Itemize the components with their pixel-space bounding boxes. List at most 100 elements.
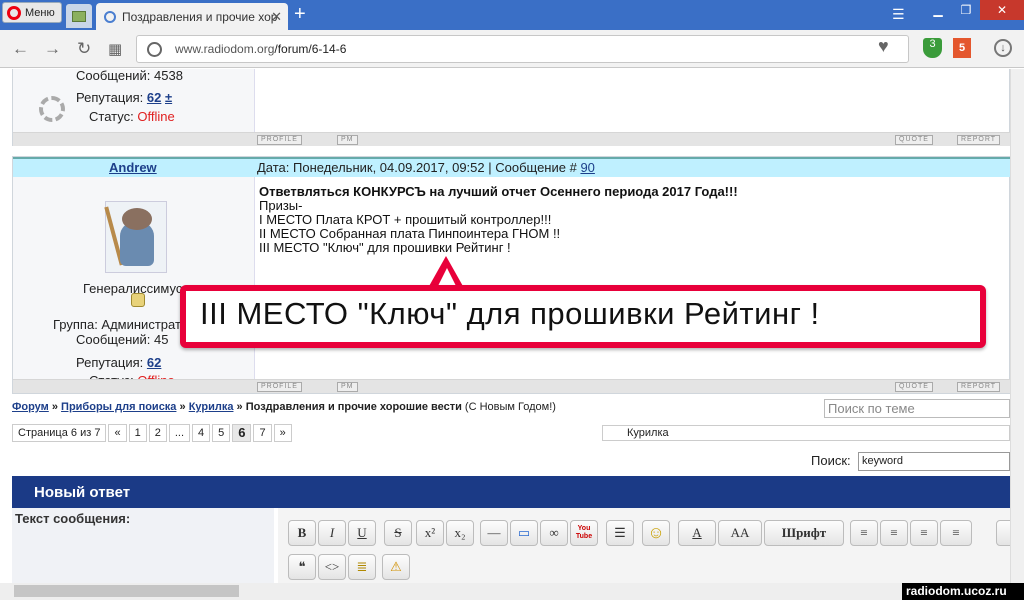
quote-insert-button[interactable]: ❝	[288, 554, 316, 580]
post-number-link[interactable]: 90	[580, 160, 594, 175]
profile-button[interactable]: PROFILE	[257, 135, 302, 145]
search-input[interactable]: keyword	[858, 452, 1010, 471]
page-next[interactable]: »	[273, 424, 292, 442]
prev-rep-value[interactable]: 62	[147, 90, 161, 105]
italic-button[interactable]: I	[318, 520, 346, 546]
mail-tab[interactable]	[66, 4, 92, 28]
prev-post: Сообщений: 4538 Репутация: 62 ± Статус: …	[12, 69, 1010, 146]
page-link[interactable]: 2	[148, 424, 167, 442]
align-center-button[interactable]: ≡	[880, 520, 908, 546]
post-date: Дата: Понедельник, 04.09.2017, 09:52 | С…	[257, 160, 595, 175]
window-controls: ▁ ❐ ✕	[924, 0, 1024, 20]
vertical-scrollbar[interactable]	[1010, 69, 1024, 591]
horizontal-scrollbar[interactable]	[0, 583, 1010, 600]
list-button[interactable]: ☰	[606, 520, 634, 546]
justify-button[interactable]: ≡	[940, 520, 972, 546]
adblock-shield-icon[interactable]: 3	[923, 38, 942, 58]
crumb-forum[interactable]: Форум	[12, 401, 49, 413]
scroll-thumb[interactable]	[14, 585, 239, 597]
tab-active[interactable]: Поздравления и прочие хор ✕	[96, 3, 288, 30]
forward-icon[interactable]: →	[44, 39, 61, 59]
crumb-topic: Поздравления и прочие хорошие вести	[245, 401, 462, 413]
rank-badge-icon	[131, 293, 145, 307]
mail-icon	[72, 10, 86, 22]
post-author[interactable]: Andrew	[109, 160, 157, 175]
forum-jump-select[interactable]: Курилка	[602, 425, 1010, 441]
menu-label: Меню	[25, 6, 55, 19]
user-messages: Сообщений: 45	[76, 332, 169, 347]
page-prev[interactable]: «	[108, 424, 127, 442]
more-button[interactable]	[996, 520, 1010, 546]
page-link[interactable]: 1	[128, 424, 147, 442]
report-button[interactable]: REPORT	[957, 135, 1001, 145]
link-button[interactable]: ∞	[540, 520, 568, 546]
page-link[interactable]: 4	[192, 424, 211, 442]
opera-logo-icon	[7, 5, 21, 20]
close-window-button[interactable]: ✕	[980, 0, 1024, 20]
tab-menu-icon[interactable]: ☰	[892, 6, 905, 23]
subscript-button[interactable]: x₂	[446, 520, 474, 546]
page-link[interactable]: 7	[253, 424, 272, 442]
crumb-section[interactable]: Приборы для поиска	[61, 401, 176, 413]
reply-header: Новый ответ	[12, 476, 1010, 508]
warning-button[interactable]: ⚠	[382, 554, 410, 580]
pm-button[interactable]: PM	[337, 135, 358, 145]
font-family-select[interactable]: Шрифт	[764, 520, 844, 546]
speed-dial-icon[interactable]: ▦	[108, 40, 122, 58]
post-line: Ответвляться КОНКУРСЪ на лучший отчет Ос…	[259, 184, 738, 199]
new-tab-button[interactable]: +	[294, 4, 306, 24]
post-sidebar: Генералиссимус Группа: Администрат Сообщ…	[13, 177, 255, 388]
quote-button[interactable]: QUOTE	[895, 382, 933, 392]
maximize-button[interactable]: ❐	[952, 0, 980, 20]
bookmark-heart-icon[interactable]: ♥	[878, 36, 889, 57]
post-buttons: PROFILE PM QUOTE REPORT	[13, 379, 1010, 393]
gear-icon	[39, 96, 65, 122]
superscript-button[interactable]: x²	[416, 520, 444, 546]
spoiler-button[interactable]: ≣	[348, 554, 376, 580]
prev-post-sidebar: Сообщений: 4538 Репутация: 62 ± Статус: …	[13, 69, 255, 132]
post-line: I МЕСТО Плата КРОТ + прошитый контроллер…	[259, 212, 552, 227]
hr-button[interactable]: —	[480, 520, 508, 546]
font-size-select[interactable]: AA	[718, 520, 762, 546]
page-ellipsis: ...	[168, 424, 190, 442]
tab-close-icon[interactable]: ✕	[271, 9, 282, 25]
crumb-subforum[interactable]: Курилка	[189, 401, 234, 413]
back-icon[interactable]: ←	[12, 39, 29, 59]
rep-plusminus-icon[interactable]: ±	[165, 90, 172, 105]
profile-button[interactable]: PROFILE	[257, 382, 302, 392]
align-left-button[interactable]: ≡	[850, 520, 878, 546]
pm-button[interactable]: PM	[337, 382, 358, 392]
page-current: 6	[232, 424, 252, 442]
address-bar-row: ← → ↻ ▦ www.radiodom.org/forum/6-14-6	[0, 30, 1024, 68]
underline-button[interactable]: U	[348, 520, 376, 546]
report-button[interactable]: REPORT	[957, 382, 1001, 392]
quote-button[interactable]: QUOTE	[895, 135, 933, 145]
code-button[interactable]: <>	[318, 554, 346, 580]
post-line: Призы-	[259, 198, 303, 213]
bold-button[interactable]: B	[288, 520, 316, 546]
globe-icon	[147, 42, 162, 57]
url-text: www.radiodom.org/forum/6-14-6	[175, 42, 347, 56]
rep-value[interactable]: 62	[147, 355, 161, 370]
font-color-button[interactable]: A	[678, 520, 716, 546]
reload-icon[interactable]: ↻	[77, 39, 91, 59]
zoom-callout: III МЕСТО "Ключ" для прошивки Рейтинг !	[180, 285, 986, 348]
breadcrumb: Форум » Приборы для поиска » Курилка » П…	[12, 401, 556, 413]
strike-button[interactable]: S	[384, 520, 412, 546]
download-icon[interactable]: ↓	[994, 39, 1012, 57]
html5-icon[interactable]: 5	[953, 38, 971, 58]
tab-bar: Меню Поздравления и прочие хор ✕ + ☰ ▁ ❐…	[0, 0, 1024, 30]
page-link[interactable]: 5	[212, 424, 231, 442]
tab-favicon-icon	[104, 10, 116, 23]
post: Andrew Дата: Понедельник, 04.09.2017, 09…	[12, 156, 1010, 394]
image-button[interactable]: ▭	[510, 520, 538, 546]
editor-toolbar: B I U S x² x₂ — ▭ ∞ You Tube ☰ ☺ A AA Шр…	[278, 508, 1010, 583]
opera-menu-button[interactable]: Меню	[2, 2, 62, 23]
youtube-button[interactable]: You Tube	[570, 520, 598, 546]
align-right-button[interactable]: ≡	[910, 520, 938, 546]
minimize-button[interactable]: ▁	[924, 0, 952, 20]
url-field[interactable]: www.radiodom.org/forum/6-14-6	[136, 35, 909, 63]
search-topic-input[interactable]: Поиск по теме	[824, 399, 1010, 418]
smiley-button[interactable]: ☺	[642, 520, 670, 546]
user-reputation: Репутация: 62	[76, 355, 162, 370]
